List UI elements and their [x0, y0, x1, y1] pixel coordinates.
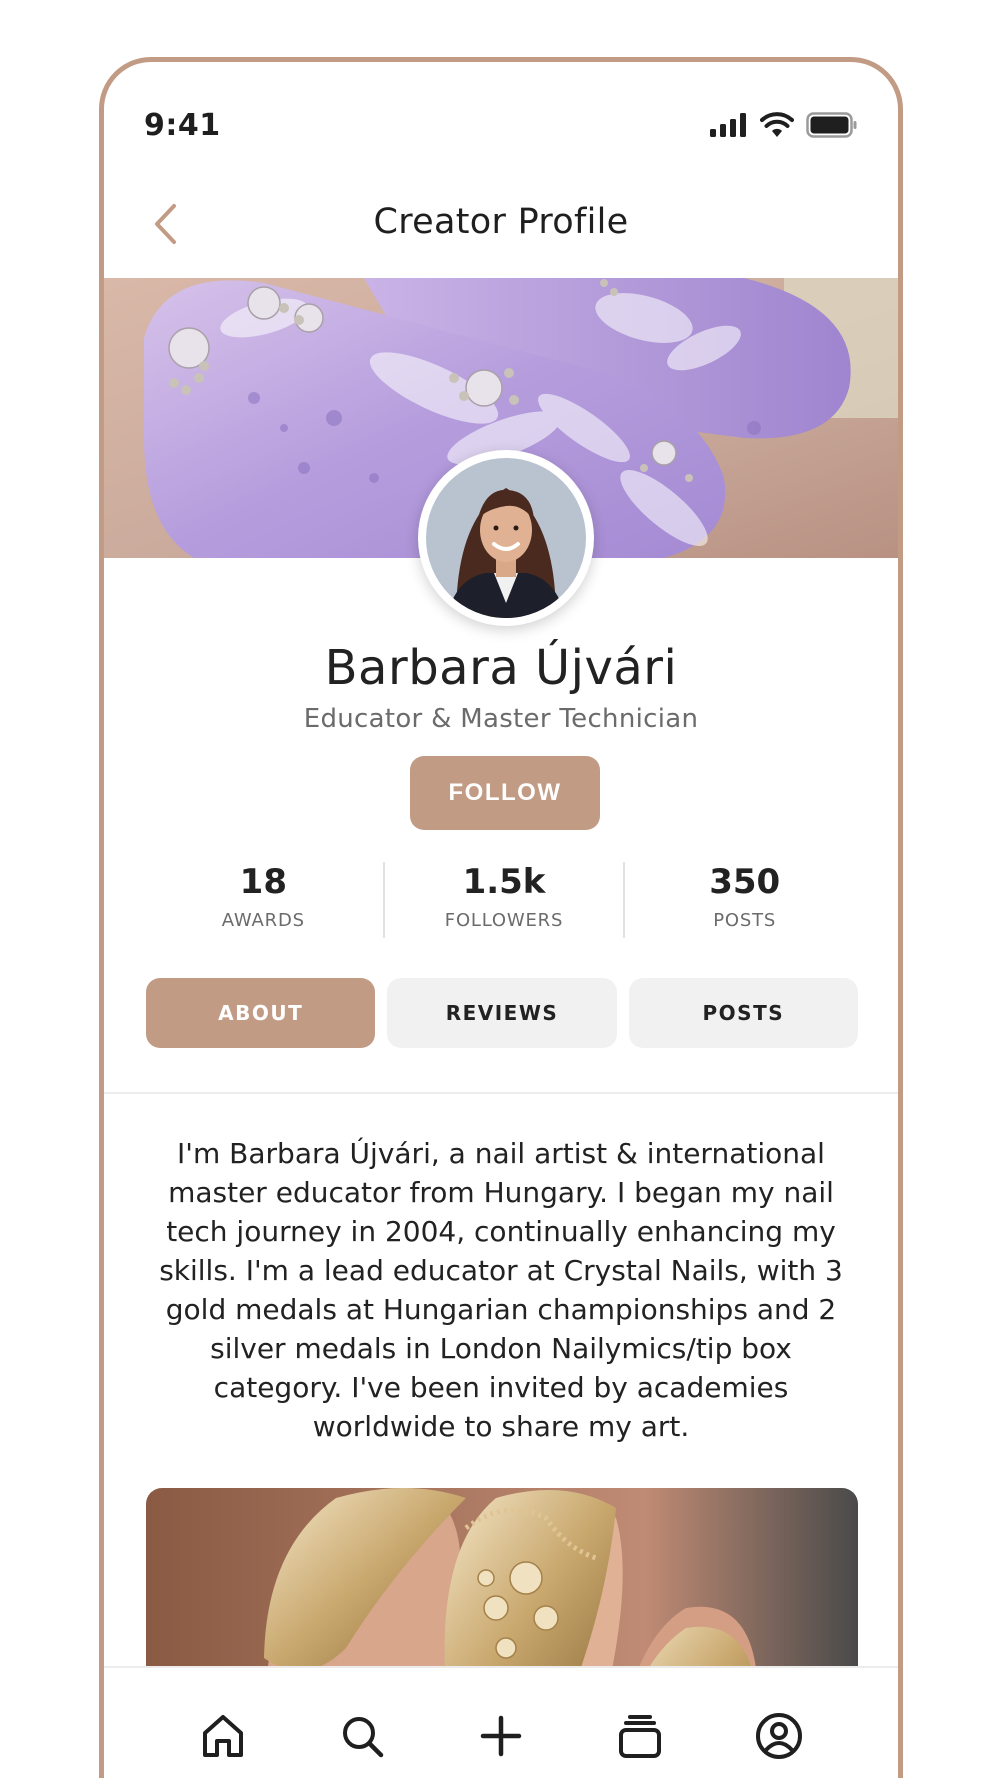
nav-search[interactable] [332, 1708, 392, 1768]
nav-collections[interactable] [610, 1708, 670, 1768]
stat-posts[interactable]: 350 POSTS [623, 862, 864, 938]
follow-button[interactable]: FOLLOW [410, 756, 600, 830]
stat-awards[interactable]: 18 AWARDS [144, 862, 383, 938]
nav-create[interactable] [471, 1708, 531, 1768]
avatar-photo [426, 458, 586, 618]
bottom-tab-bar [104, 1666, 898, 1778]
status-bar: 9:41 [104, 62, 898, 172]
profile-tabs: ABOUT REVIEWS POSTS [146, 978, 858, 1048]
profile-name: Barbara Újvári [324, 640, 678, 696]
nav-bar: Creator Profile [104, 182, 898, 272]
status-icons [710, 112, 858, 142]
stat-value: 1.5k [462, 862, 546, 902]
profile-icon [755, 1712, 803, 1764]
phone-frame: 9:41 Creator Profile Barbara Újvári Educ… [99, 57, 903, 1778]
battery-icon [806, 112, 858, 142]
tab-posts[interactable]: POSTS [628, 978, 858, 1048]
section-divider [104, 1092, 898, 1094]
home-icon [201, 1713, 245, 1763]
stat-label: AWARDS [221, 910, 305, 931]
stat-followers[interactable]: 1.5k FOLLOWERS [382, 862, 624, 938]
profile-role: Educator & Master Technician [303, 704, 699, 734]
tab-reviews[interactable]: REVIEWS [387, 978, 617, 1048]
signal-icon [710, 113, 748, 141]
avatar [418, 450, 594, 626]
about-bio: I'm Barbara Újvári, a nail artist & inte… [159, 1137, 843, 1443]
tab-about[interactable]: ABOUT [146, 978, 376, 1048]
stat-value: 350 [709, 862, 781, 902]
wifi-icon [760, 112, 794, 142]
nav-profile[interactable] [749, 1708, 809, 1768]
stat-value: 18 [239, 862, 287, 902]
stat-label: POSTS [713, 910, 777, 931]
collections-icon [618, 1714, 662, 1762]
stat-label: FOLLOWERS [444, 910, 564, 931]
stats-row: 18 AWARDS 1.5k FOLLOWERS 350 POSTS [144, 862, 864, 938]
search-icon [340, 1714, 384, 1762]
plus-icon [479, 1714, 523, 1762]
status-time: 9:41 [144, 108, 221, 143]
page-title: Creator Profile [373, 202, 629, 242]
nav-home[interactable] [193, 1708, 253, 1768]
